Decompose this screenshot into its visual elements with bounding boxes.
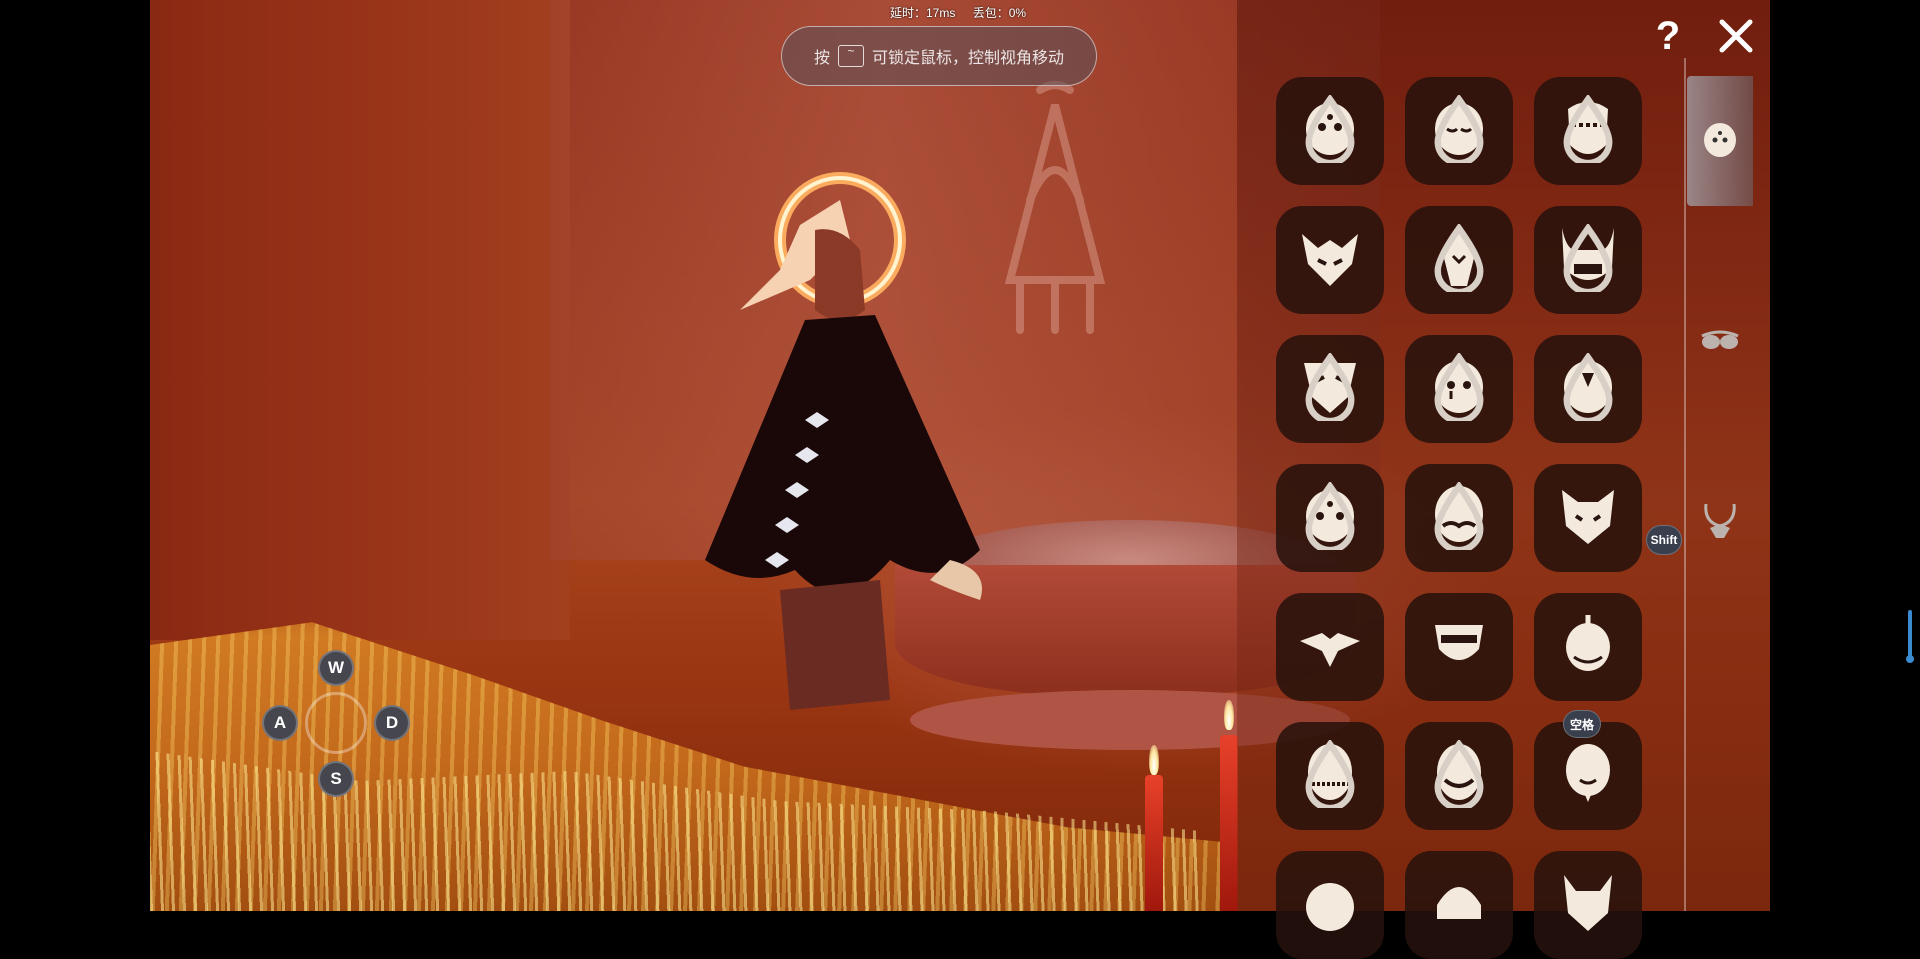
packet-loss-text: 丢包：0% [972, 6, 1027, 20]
mask-slot[interactable] [1534, 335, 1642, 443]
mask-slot[interactable] [1405, 722, 1513, 830]
mask-slot[interactable] [1276, 593, 1384, 701]
mask-slot[interactable] [1534, 464, 1642, 572]
key-w[interactable]: W [318, 650, 354, 686]
help-button[interactable]: ? [1648, 14, 1688, 58]
shift-key-hint: Shift [1646, 525, 1682, 555]
mask-icon [1704, 123, 1736, 157]
glasses-icon [1701, 330, 1739, 349]
round-mask-icon [1306, 883, 1354, 931]
panel-divider [1684, 58, 1686, 911]
tilde-key-icon: ~ [838, 45, 864, 67]
horned-demon-mask-icon [1302, 234, 1358, 286]
candle-flame [1149, 745, 1159, 775]
bald-face-mask-icon [1566, 615, 1610, 671]
close-icon[interactable] [1716, 16, 1756, 56]
mask-slot[interactable] [1405, 335, 1513, 443]
key-s[interactable]: S [318, 761, 354, 797]
drop-icon [1434, 224, 1484, 292]
mask-slot[interactable] [1534, 593, 1642, 701]
drop-icon [1305, 482, 1355, 550]
space-key-hint: 空格 [1563, 710, 1601, 738]
necklace-category[interactable] [1687, 456, 1753, 586]
drop-icon [1563, 224, 1613, 292]
mask-slot[interactable] [1534, 851, 1642, 959]
key-d[interactable]: D [374, 705, 410, 741]
elder-mask-icon [1566, 744, 1610, 802]
drop-icon [1434, 482, 1484, 550]
drop-icon [1305, 740, 1355, 808]
mask-slot[interactable] [1405, 464, 1513, 572]
mask-slot[interactable] [1534, 206, 1642, 314]
mask-slot[interactable] [1276, 77, 1384, 185]
bird-mask-icon [1300, 633, 1360, 667]
player-character [705, 172, 982, 710]
hint-text: 可锁定鼠标，控制视角移动 [872, 50, 1065, 67]
mask-slot[interactable] [1405, 851, 1513, 959]
mask-slot[interactable] [1276, 851, 1384, 959]
mask-slot[interactable] [1276, 464, 1384, 572]
drop-icon [1563, 95, 1613, 163]
mask-slot[interactable] [1405, 593, 1513, 701]
mask-slot[interactable] [1276, 206, 1384, 314]
cat-mask-icon [1562, 490, 1614, 544]
hat-mask-icon [1437, 887, 1481, 919]
movement-joystick[interactable] [305, 692, 367, 754]
mask-slot[interactable] [1405, 206, 1513, 314]
network-stats: 延时：17ms 丢包：0% [890, 4, 1040, 21]
drop-icon [1305, 95, 1355, 163]
candle-flame [1224, 700, 1234, 730]
mask-slot[interactable] [1276, 722, 1384, 830]
mask-slot[interactable] [1405, 77, 1513, 185]
mask-category[interactable] [1687, 76, 1753, 206]
candle [1145, 775, 1163, 911]
mask-slot[interactable] [1276, 335, 1384, 443]
mask-slot[interactable] [1534, 722, 1642, 830]
drop-icon [1434, 740, 1484, 808]
drop-icon [1305, 353, 1355, 421]
mouse-lock-hint: 按 ~ 可锁定鼠标，控制视角移动 [781, 26, 1097, 86]
hint-prefix: 按 [813, 50, 830, 67]
antler-mask-icon [1564, 875, 1612, 931]
latency-text: 延时：17ms [890, 6, 956, 20]
key-a[interactable]: A [262, 705, 298, 741]
glasses-category[interactable] [1687, 276, 1753, 406]
drop-icon [1563, 353, 1613, 421]
candle [1220, 735, 1238, 911]
necklace-icon [1704, 503, 1736, 538]
mask-slot[interactable] [1534, 77, 1642, 185]
drop-icon [1434, 95, 1484, 163]
drop-icon [1434, 353, 1484, 421]
bandit-mask-icon [1435, 625, 1483, 660]
scrollbar-thumb[interactable] [1906, 655, 1914, 663]
rock-wall [150, 0, 570, 640]
